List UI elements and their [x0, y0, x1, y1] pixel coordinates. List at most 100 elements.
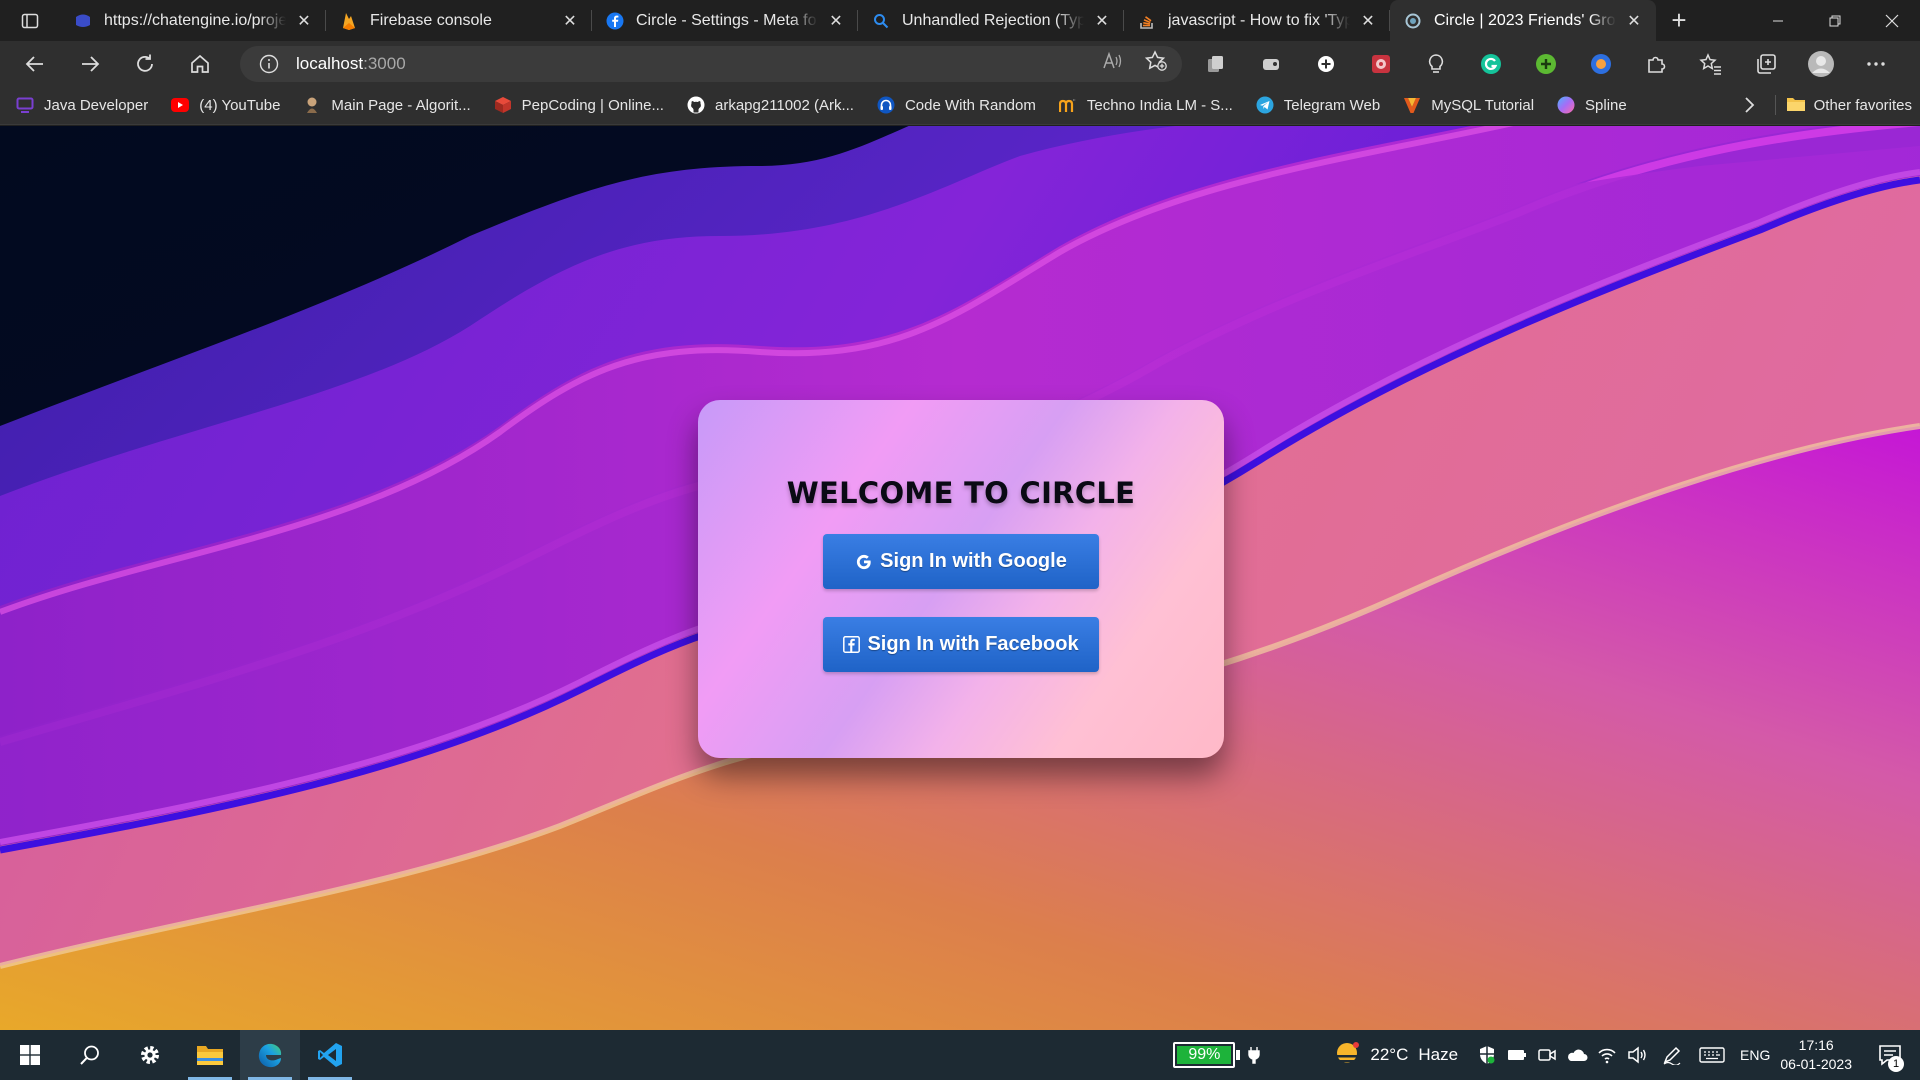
taskbar-file-explorer[interactable] [180, 1030, 240, 1080]
extension-game[interactable] [1243, 46, 1298, 82]
address-bar[interactable]: localhost:3000 [240, 45, 1182, 82]
moodle-icon [1058, 96, 1077, 114]
tab-firebase[interactable]: Firebase console ✕ [326, 0, 592, 41]
profile-button[interactable] [1793, 46, 1848, 82]
refresh-button[interactable] [124, 46, 166, 82]
plus-circle-icon [1317, 55, 1334, 72]
extension-plus[interactable] [1298, 46, 1353, 82]
minimize-button[interactable] [1749, 0, 1806, 41]
extension-red[interactable] [1353, 46, 1408, 82]
google-button-label: Sign In with Google [880, 550, 1067, 572]
taskbar-vscode[interactable] [300, 1030, 360, 1080]
battery-indicator[interactable]: 99% [1173, 1042, 1261, 1068]
tab-close-icon[interactable]: ✕ [560, 11, 580, 31]
volume-icon[interactable] [1622, 1030, 1652, 1080]
tab-meta-developers[interactable]: Circle - Settings - Meta for Developers … [592, 0, 858, 41]
telegram-icon [1256, 96, 1274, 114]
notification-center-button[interactable]: 1 [1870, 1030, 1910, 1080]
favorites-button[interactable] [1683, 46, 1738, 82]
extension-green-plus[interactable] [1518, 46, 1573, 82]
bookmark-label: Code With Random [904, 96, 1036, 114]
bookmark-telegram[interactable]: Telegram Web [1256, 96, 1380, 114]
grammarly-icon [1480, 53, 1501, 74]
tab-actions-button[interactable] [0, 0, 60, 41]
bookmark-java-developer[interactable]: Java Developer [16, 96, 148, 114]
tab-close-icon[interactable]: ✕ [294, 11, 314, 31]
tab-chatengine[interactable]: https://chatengine.io/projects ✕ [60, 0, 326, 41]
weather-temperature: 22°C [1370, 1045, 1409, 1064]
bookmark-pepcoding[interactable]: PepCoding | Online... [494, 96, 664, 114]
url-host: localhost [296, 53, 364, 73]
facebook-button-label: Sign In with Facebook [867, 633, 1079, 655]
welcome-title: WELCOME TO CIRCLE [786, 476, 1136, 510]
tab-stackoverflow[interactable]: javascript - How to fix 'TypeError' ✕ [1124, 0, 1390, 41]
onedrive-icon[interactable] [1562, 1030, 1592, 1080]
add-circle-icon [1535, 53, 1556, 74]
tab-close-icon[interactable]: ✕ [826, 11, 846, 31]
new-tab-button[interactable]: + [1656, 0, 1702, 41]
restore-button[interactable] [1806, 0, 1863, 41]
bookmark-github[interactable]: arkapg211002 (Ark... [687, 96, 854, 114]
bookmark-youtube[interactable]: (4) YouTube [171, 96, 280, 114]
extension-copy[interactable] [1188, 46, 1243, 82]
tab-close-icon[interactable]: ✕ [1358, 11, 1378, 31]
bookmarks-overflow-button[interactable] [1729, 96, 1769, 114]
bookmark-label: Java Developer [44, 96, 149, 114]
stackoverflow-icon [1138, 12, 1156, 30]
touch-keyboard-icon[interactable] [1692, 1030, 1732, 1080]
extension-grammarly[interactable] [1463, 46, 1518, 82]
bookmark-other-favorites[interactable]: Other favorites [1786, 96, 1912, 114]
bookmark-code-with-random[interactable]: Code With Random [877, 96, 1036, 114]
back-button[interactable] [14, 46, 56, 82]
home-button[interactable] [179, 46, 221, 82]
google-sign-in-button[interactable]: Sign In with Google [823, 534, 1099, 589]
system-tray: 99% 22°C Haze ENG 17:16 06-01-2023 1 [1173, 1030, 1920, 1080]
tab-close-icon[interactable]: ✕ [1092, 11, 1112, 31]
firebase-icon [340, 12, 358, 30]
collections-button[interactable] [1738, 46, 1793, 82]
clock[interactable]: 17:16 06-01-2023 [1780, 1036, 1852, 1074]
extension-bulb[interactable] [1408, 46, 1463, 82]
bookmark-algorithms[interactable]: Main Page - Algorit... [303, 96, 471, 114]
headphones-icon [877, 96, 895, 114]
battery-saver-icon[interactable] [1502, 1030, 1532, 1080]
wifi-icon[interactable] [1592, 1030, 1622, 1080]
pen-icon[interactable] [1652, 1030, 1692, 1080]
forward-button[interactable] [69, 46, 111, 82]
restore-icon [1829, 15, 1840, 26]
bookmark-techno-india[interactable]: Techno India LM - S... [1058, 96, 1233, 114]
gear-icon [141, 1046, 159, 1064]
windows-icon [20, 1045, 40, 1065]
vscode-icon [318, 1043, 342, 1067]
read-aloud-icon[interactable] [1102, 51, 1124, 76]
close-window-button[interactable] [1863, 0, 1920, 41]
meet-now-icon[interactable] [1532, 1030, 1562, 1080]
tab-title: https://chatengine.io/projects [104, 11, 286, 29]
info-icon[interactable] [258, 53, 280, 75]
weather-widget[interactable]: 22°C Haze [1332, 1041, 1458, 1069]
extension-blue[interactable] [1573, 46, 1628, 82]
extensions-button[interactable] [1628, 46, 1683, 82]
chatengine-icon [74, 12, 92, 30]
add-favorite-icon[interactable] [1144, 50, 1168, 77]
bookmark-mysql-tutorial[interactable]: MySQL Tutorial [1403, 96, 1534, 114]
minimize-icon [1772, 20, 1783, 21]
facebook-sign-in-button[interactable]: Sign In with Facebook [823, 617, 1099, 672]
tab-circle-active[interactable]: Circle | 2023 Friends' Group ✕ [1390, 0, 1656, 41]
bookmark-spline[interactable]: Spline [1557, 96, 1627, 114]
tab-close-icon[interactable]: ✕ [1624, 11, 1644, 31]
start-button[interactable] [0, 1030, 60, 1080]
security-icon[interactable] [1472, 1030, 1502, 1080]
taskbar-search-button[interactable] [60, 1030, 120, 1080]
github-icon [687, 96, 705, 114]
settings-more-button[interactable] [1848, 46, 1903, 82]
bookmark-label: Telegram Web [1283, 96, 1381, 114]
taskbar-settings[interactable] [120, 1030, 180, 1080]
taskbar: 99% 22°C Haze ENG 17:16 06-01-2023 1 [0, 1030, 1920, 1080]
haze-sun-icon [1335, 1042, 1360, 1063]
more-horizontal-icon [1866, 61, 1885, 66]
arrow-left-icon [25, 55, 43, 72]
taskbar-edge[interactable] [240, 1030, 300, 1080]
input-language[interactable]: ENG [1740, 1047, 1770, 1063]
tab-unhandled-rejection[interactable]: Unhandled Rejection (TypeError) ✕ [858, 0, 1124, 41]
